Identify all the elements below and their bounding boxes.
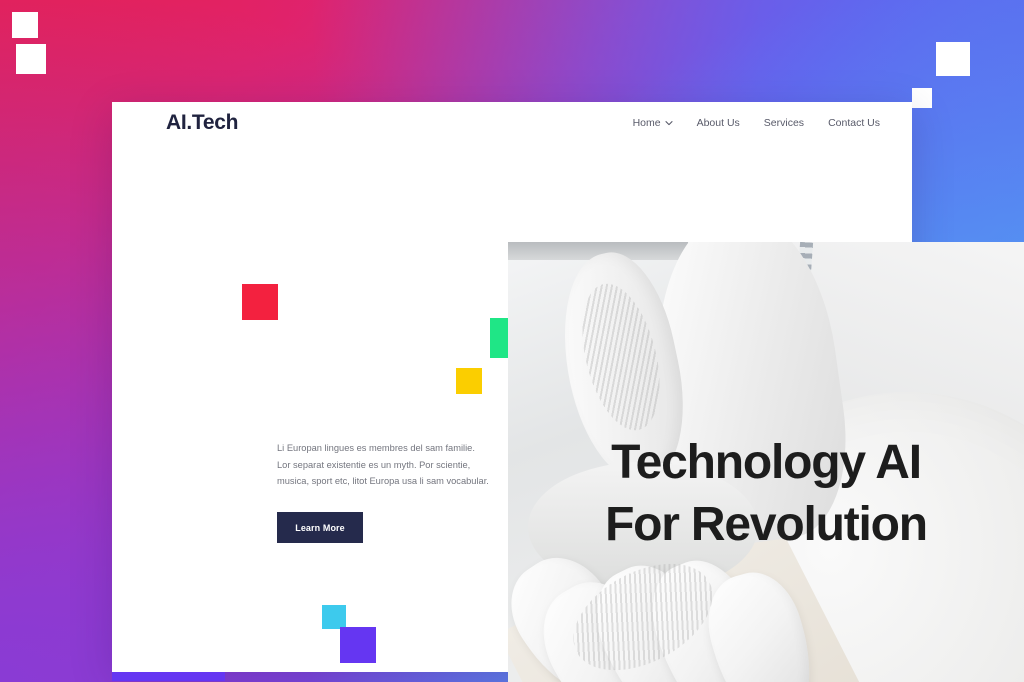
nav-links: Home About Us Services Contact Us (633, 117, 912, 129)
nav-item-home[interactable]: Home (633, 117, 673, 129)
bg-square-top-left (16, 44, 46, 74)
nav-item-about-us[interactable]: About Us (697, 117, 740, 129)
navbar: AI.Tech Home About Us Services Contact U… (112, 102, 912, 144)
hero-title-line-1: Technology AI (611, 436, 922, 489)
nav-item-contact-us-label: Contact Us (828, 117, 880, 129)
brand-logo[interactable]: AI.Tech (166, 111, 239, 135)
nav-item-about-us-label: About Us (696, 117, 740, 129)
decor-square-red (242, 284, 278, 320)
hero-title-line-2: For Revolution (605, 498, 928, 551)
nav-item-home-label: Home (632, 117, 661, 129)
bg-square-top-left-small (12, 12, 38, 38)
hero-title: Technology AI For Revolution (508, 432, 1024, 556)
decor-square-cyan (322, 605, 346, 629)
nav-item-services-label: Services (763, 117, 805, 129)
bg-square-top-right-large (936, 42, 970, 76)
bg-square-top-right-small (912, 88, 932, 108)
website-mockup-card: AI.Tech Home About Us Services Contact U… (112, 102, 1024, 682)
chevron-down-icon (665, 119, 673, 127)
decor-square-yellow (456, 368, 482, 394)
intro-paragraph: Li Europan lingues es membres del sam fa… (277, 443, 489, 486)
hero-image: Technology AI For Revolution (508, 242, 1024, 682)
card-accent-bar (112, 672, 225, 681)
nav-item-contact-us[interactable]: Contact Us (828, 117, 880, 129)
decor-square-violet (340, 627, 376, 663)
nav-item-services[interactable]: Services (764, 117, 804, 129)
learn-more-button[interactable]: Learn More (277, 512, 363, 543)
